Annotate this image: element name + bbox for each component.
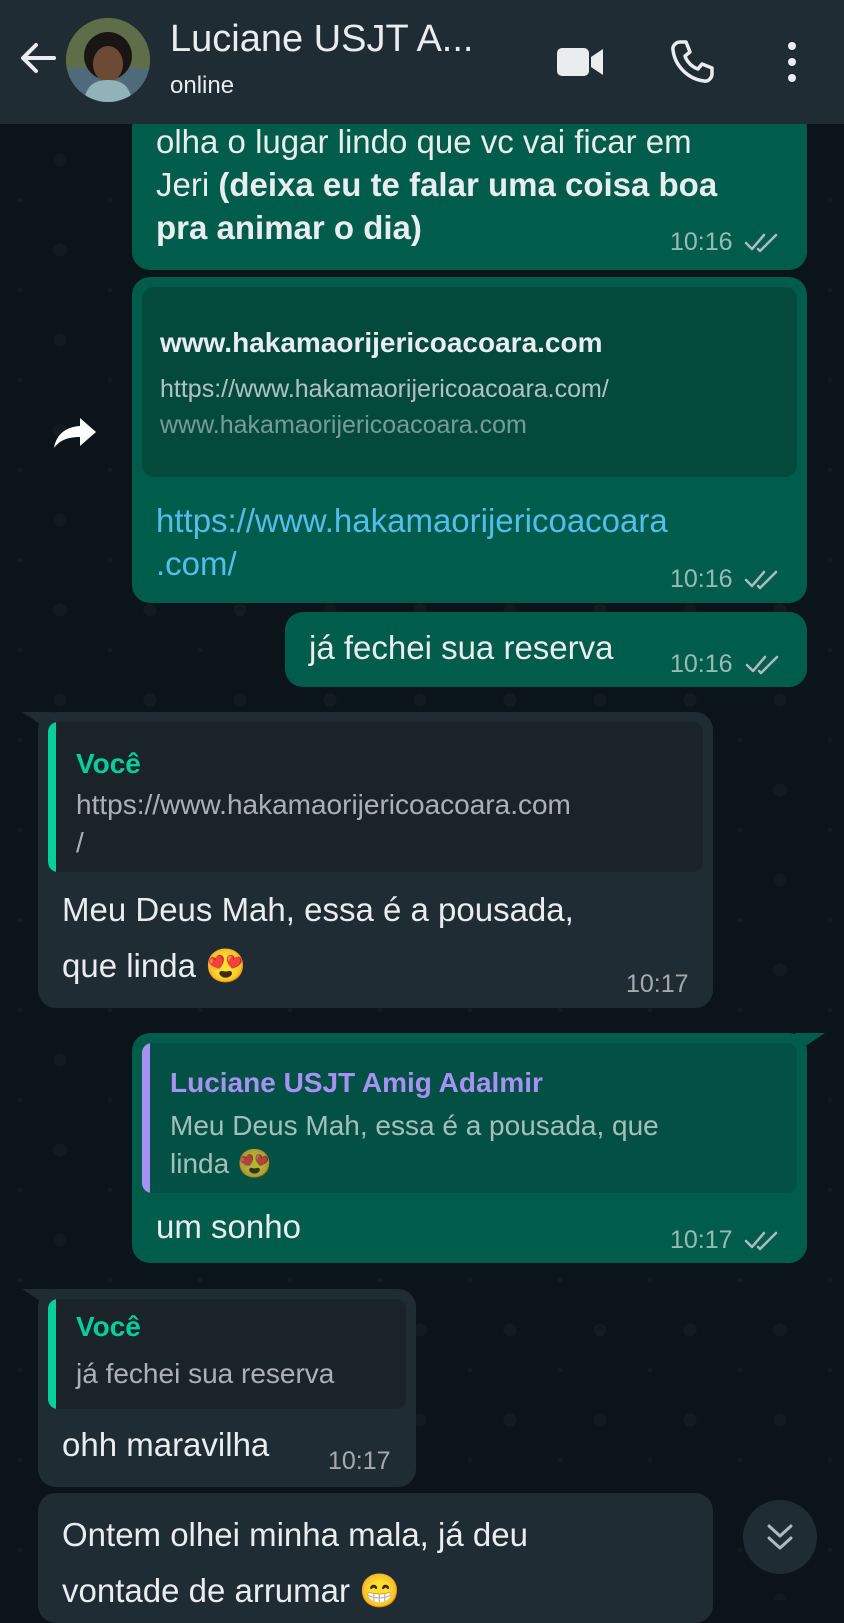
quote-author: Luciane USJT Amig Adalmir xyxy=(170,1067,543,1098)
double-check-icon xyxy=(744,233,778,253)
quote-bar xyxy=(48,722,56,872)
double-check-icon xyxy=(744,570,778,590)
quote-text: já fechei sua reserva xyxy=(76,1358,335,1389)
forward-icon[interactable] xyxy=(50,412,102,452)
quoted-message[interactable]: Luciane USJT Amig Adalmir Meu Deus Mah, … xyxy=(142,1043,797,1193)
contact-name[interactable]: Luciane USJT A... xyxy=(170,18,473,61)
quote-text: https://www.hakamaorijericoacoara.com / xyxy=(76,789,571,858)
quoted-message[interactable]: Você já fechei sua reserva xyxy=(48,1299,406,1409)
message-text: Ontem olhei minha mala, já deu vontade d… xyxy=(62,1516,528,1609)
video-call-icon[interactable] xyxy=(554,36,606,88)
message-bubble-outgoing[interactable]: olha o lugar lindo que vc vai ficar em J… xyxy=(132,110,807,270)
message-time: 10:16 xyxy=(670,228,733,256)
quoted-message[interactable]: Você https://www.hakamaorijericoacoara.c… xyxy=(48,722,703,872)
link-preview-title: www.hakamaorijericoacoara.com xyxy=(160,327,603,358)
message-time: 10:16 xyxy=(670,565,733,593)
double-check-icon xyxy=(745,655,779,675)
avatar-image xyxy=(66,18,150,102)
quote-bar xyxy=(142,1043,150,1193)
message-text: ohh maravilha xyxy=(62,1426,270,1463)
message-text: um sonho xyxy=(156,1208,301,1245)
phone-icon[interactable] xyxy=(666,36,718,88)
message-text: Meu Deus Mah, essa é a pousada, que lind… xyxy=(62,891,574,984)
chevron-double-down-icon xyxy=(767,1524,793,1550)
message-bubble-incoming[interactable]: Você https://www.hakamaorijericoacoara.c… xyxy=(38,712,713,1008)
message-text: já fechei sua reserva xyxy=(309,629,614,666)
quote-text: Meu Deus Mah, essa é a pousada, que lind… xyxy=(170,1110,659,1179)
quote-author: Você xyxy=(76,1311,141,1342)
message-bubble-outgoing[interactable]: já fechei sua reserva 10:16 xyxy=(285,612,807,687)
message-bubble-incoming[interactable]: Você já fechei sua reserva ohh maravilha… xyxy=(38,1289,416,1487)
scroll-to-bottom-button[interactable] xyxy=(743,1500,817,1574)
back-arrow-icon[interactable] xyxy=(16,36,60,80)
message-bubble-outgoing[interactable]: Luciane USJT Amig Adalmir Meu Deus Mah, … xyxy=(132,1033,807,1263)
quote-author: Você xyxy=(76,748,141,779)
contact-status: online xyxy=(170,72,235,99)
more-vert-icon[interactable] xyxy=(766,36,818,88)
quote-bar xyxy=(48,1299,56,1409)
avatar[interactable] xyxy=(66,18,150,102)
message-time: 10:17 xyxy=(670,1226,733,1254)
link-preview-card[interactable]: www.hakamaorijericoacoara.com https://ww… xyxy=(142,287,797,477)
chat-header: Luciane USJT A... online xyxy=(0,0,844,124)
link-preview-url: https://www.hakamaorijericoacoara.com/ xyxy=(160,375,609,403)
message-time: 10:17 xyxy=(626,970,689,998)
link-preview-domain: www.hakamaorijericoacoara.com xyxy=(160,411,527,439)
double-check-icon xyxy=(744,1231,778,1251)
message-bubble-outgoing-link[interactable]: www.hakamaorijericoacoara.com https://ww… xyxy=(132,277,807,603)
message-time: 10:16 xyxy=(670,650,733,678)
message-bubble-incoming[interactable]: Ontem olhei minha mala, já deu vontade d… xyxy=(38,1493,713,1623)
message-time: 10:17 xyxy=(328,1447,391,1475)
